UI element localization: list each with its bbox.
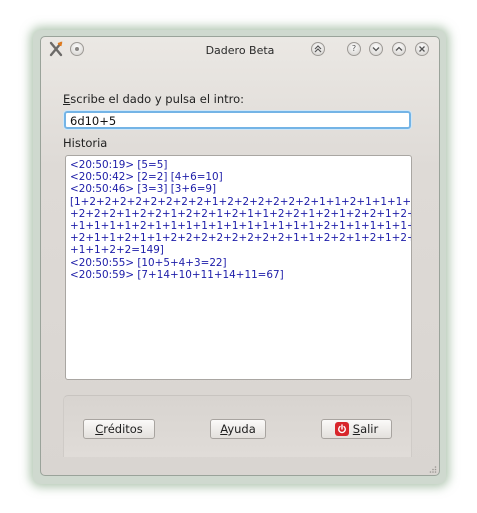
history-line: <20:50:55> [10+5+4+3=22] <box>70 256 227 269</box>
close-icon <box>419 46 425 52</box>
power-icon <box>334 422 349 436</box>
history-line: <20:50:42> [2=2] [4+6=10] <box>70 171 223 184</box>
credits-button[interactable]: Créditos <box>83 419 155 439</box>
close-button[interactable] <box>415 42 429 56</box>
exit-button-label: Salir <box>352 422 379 436</box>
help-button-label: Ayuda <box>220 422 256 436</box>
history-line: <20:50:59> [7+14+10+11+14+11=67] <box>70 268 284 281</box>
history-line: <20:50:46> [3=3] [3+6=9] <box>70 183 217 196</box>
keep-above-icon[interactable] <box>311 42 325 56</box>
resize-grip-icon[interactable] <box>429 465 437 473</box>
history-line: +2+2+2+1+2+2+1+2+2+1+2+1+1+2+2+1+2+1+2+2… <box>70 207 412 220</box>
double-chevron-up-icon <box>314 45 322 53</box>
maximize-button[interactable] <box>392 42 406 56</box>
dice-input[interactable]: 6d10+5 <box>63 110 412 130</box>
history-line: +1+1+1+1+2+1+1+1+1+1+1+1+1+1+1+1+2+1+1+1… <box>70 220 412 233</box>
exit-button[interactable]: Salir <box>321 419 392 439</box>
help-button[interactable]: ? <box>347 42 361 56</box>
history-log[interactable]: <20:50:19> [5=5] <20:50:42> [2=2] [4+6=1… <box>65 155 412 380</box>
app-window: Dadero Beta ? Escribe el dado y pulsa el… <box>40 36 440 476</box>
chevron-down-icon <box>372 47 380 52</box>
credits-button-label: Créditos <box>95 422 143 436</box>
history-line: +2+1+1+2+1+1+2+2+2+2+2+2+2+2+1+1+2+2+1+2… <box>70 232 411 245</box>
history-label: Historia <box>63 136 108 150</box>
dice-input-value: 6d10+5 <box>70 114 117 128</box>
history-line: [1+2+2+2+2+2+2+2+2+1+2+2+2+2+2+2+1+1+2+1… <box>70 195 412 208</box>
minimize-button[interactable] <box>369 42 383 56</box>
help-dialog-button[interactable]: Ayuda <box>210 419 266 439</box>
dice-input-label: Escribe el dado y pulsa el intro: <box>63 92 245 106</box>
titlebar[interactable]: Dadero Beta ? <box>41 37 439 63</box>
history-line: <20:50:19> [5=5] <box>70 159 168 171</box>
chevron-up-icon <box>395 46 403 51</box>
history-line: +1+1+2+2=149] <box>70 244 164 257</box>
